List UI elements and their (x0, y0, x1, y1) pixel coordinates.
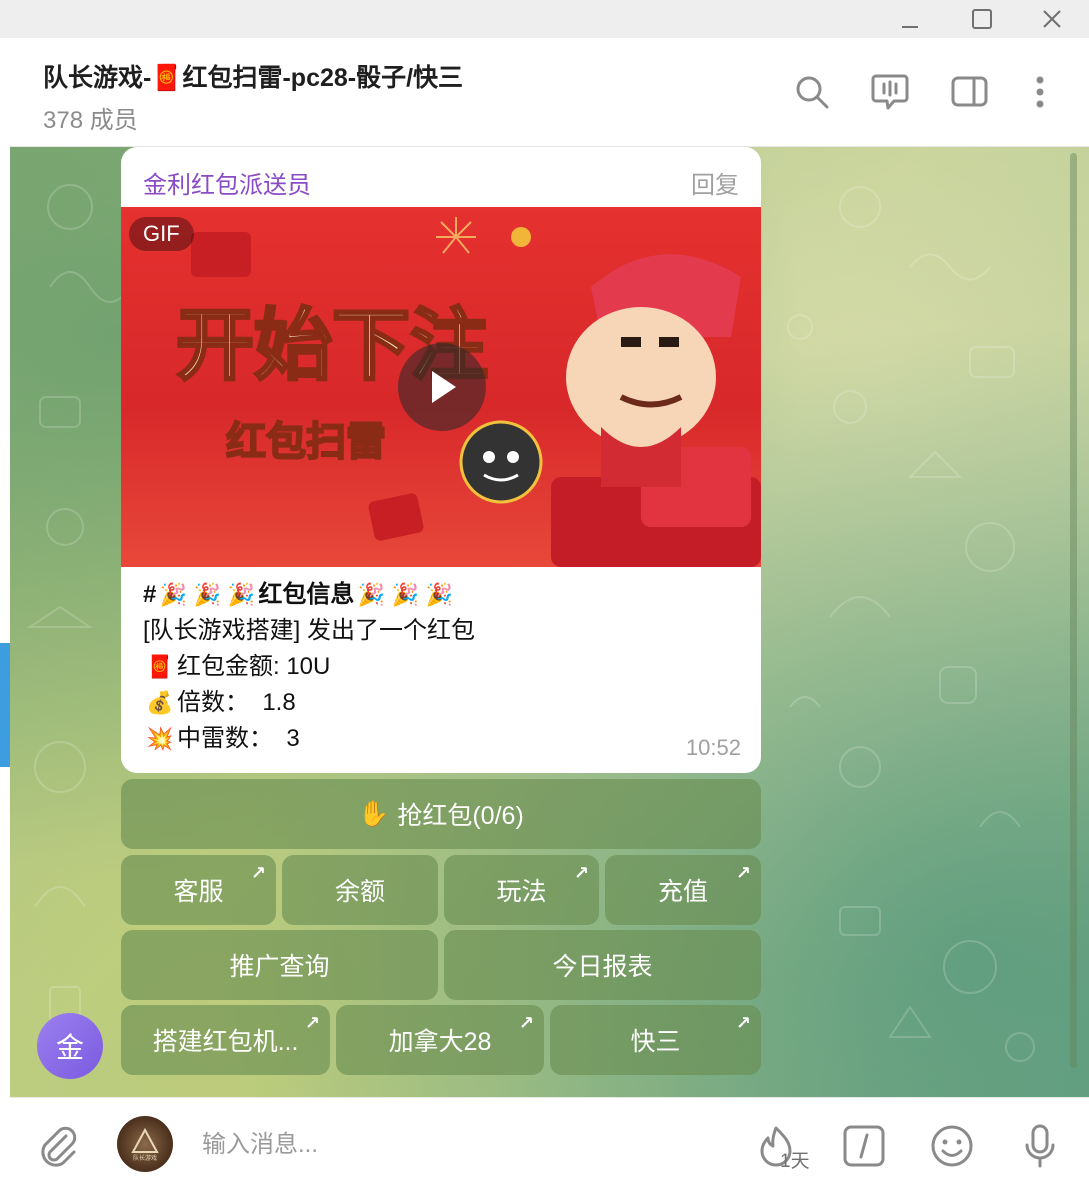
daily-report-label: 今日报表 (552, 953, 653, 981)
party-popper-icon: 🎉 (425, 582, 454, 607)
timer-label: 1天 (780, 1151, 810, 1172)
more-icon[interactable] (1020, 72, 1060, 112)
external-link-icon: ↗ (250, 863, 266, 883)
message-input[interactable] (200, 1122, 724, 1168)
party-popper-icon: 🎉 (391, 582, 420, 607)
kuaisan-label: 快三 (630, 1028, 681, 1056)
close-icon[interactable] (1022, 0, 1082, 38)
grab-red-packet-button[interactable]: ✋ 抢红包(0/6) (121, 779, 761, 849)
red-envelope-icon: 🧧 (151, 64, 183, 92)
chat-title[interactable]: 队长游戏-🧧红包扫雷-pc28-骰子/快三 (43, 58, 463, 94)
gif-media[interactable]: 开始下注 红包扫雷 GIF (121, 207, 761, 567)
multiplier-text: 倍数： 1.8 (177, 689, 296, 716)
sidebar-toggle-icon[interactable] (950, 72, 990, 112)
sent-by-line: [队长游戏搭建] 发出了一个红包 (143, 617, 476, 644)
rules-label: 玩法 (496, 878, 547, 906)
red-envelope-icon: 🧧 (146, 654, 174, 679)
maximize-icon[interactable] (952, 0, 1012, 38)
livestream-icon[interactable] (870, 72, 910, 112)
party-popper-icon: 🎉 (193, 582, 222, 607)
balance-label: 余额 (334, 878, 385, 906)
party-popper-icon: 🎉 (357, 582, 386, 607)
left-edge (0, 38, 10, 1187)
raised-hand-icon: ✋ (358, 799, 390, 828)
recharge-button[interactable]: 充值 ↗ (605, 855, 761, 925)
canada28-button[interactable]: 加拿大28 ↗ (336, 1005, 544, 1075)
daily-report-button[interactable]: 今日报表 (444, 930, 761, 1000)
chat-title-prefix: 队长游戏- (43, 64, 152, 92)
message-text: # 🎉 🎉 🎉 红包信息 🎉 🎉 🎉 [队长游戏搭建] 发出了一个红包 🧧 红包… (143, 577, 743, 757)
message-title: 红包信息 (258, 581, 355, 608)
command-icon[interactable] (840, 1122, 888, 1170)
party-popper-icon: 🎉 (227, 582, 256, 607)
hash-mark: # (143, 581, 157, 608)
window-titlebar (0, 0, 1089, 38)
external-link-icon: ↗ (573, 863, 589, 883)
collision-icon: 💥 (146, 726, 174, 751)
gif-badge: GIF (129, 217, 194, 251)
rules-button[interactable]: 玩法 ↗ (444, 855, 599, 925)
mines-line: 💥 中雷数： 3 (143, 721, 743, 757)
referral-query-label: 推广查询 (229, 953, 330, 981)
external-link-icon: ↗ (304, 1013, 320, 1033)
minimize-icon[interactable] (880, 0, 940, 38)
message-bubble[interactable]: 金利红包派送员 回复 开始下注 红包扫雷 GIF # 🎉 🎉 🎉 红包信息 🎉 … (121, 147, 761, 773)
balance-button[interactable]: 余额 (282, 855, 438, 925)
party-popper-icon: 🎉 (159, 582, 188, 607)
chat-title-suffix: 红包扫雷-pc28-骰子/快三 (182, 64, 464, 92)
emoji-icon[interactable] (928, 1122, 976, 1170)
gif-subheadline: 红包扫雷 (226, 419, 386, 465)
bot-avatar-text: 队长游戏 (133, 1154, 157, 1162)
external-link-icon: ↗ (518, 1013, 534, 1033)
reply-button[interactable]: 回复 (691, 165, 739, 200)
recharge-label: 充值 (657, 878, 708, 906)
multiplier-line: 💰 倍数： 1.8 (143, 685, 743, 721)
referral-query-button[interactable]: 推广查询 (121, 930, 438, 1000)
external-link-icon: ↗ (735, 1013, 751, 1033)
canada28-label: 加拿大28 (388, 1028, 492, 1056)
amount-text: 红包金额: 10U (177, 653, 331, 680)
money-bag-icon: 💰 (146, 690, 174, 715)
chat-area[interactable]: 金利红包派送员 回复 开始下注 红包扫雷 GIF # 🎉 🎉 🎉 红包信息 🎉 … (10, 147, 1089, 1097)
sender-name[interactable]: 金利红包派送员 (143, 165, 311, 200)
message-composer: 队长游戏 1天 (10, 1097, 1089, 1187)
message-time: 10:52 (685, 735, 741, 760)
message-title-line: # 🎉 🎉 🎉 红包信息 🎉 🎉 🎉 (143, 577, 743, 613)
left-accent-bar (0, 643, 10, 767)
scrollbar[interactable] (1070, 153, 1077, 1068)
build-bot-label: 搭建红包机... (152, 1028, 299, 1056)
bot-avatar[interactable]: 队长游戏 (117, 1116, 173, 1172)
member-count: 378 成员 (43, 107, 138, 134)
attach-icon[interactable] (34, 1122, 82, 1170)
search-icon[interactable] (792, 72, 832, 112)
customer-service-label: 客服 (173, 878, 224, 906)
grab-red-packet-label: 抢红包(0/6) (397, 802, 524, 830)
chat-header: 队长游戏-🧧红包扫雷-pc28-骰子/快三 378 成员 (10, 38, 1089, 147)
external-link-icon: ↗ (735, 863, 751, 883)
sender-avatar[interactable]: 金 (37, 1013, 103, 1079)
kuaisan-button[interactable]: 快三 ↗ (550, 1005, 761, 1075)
amount-line: 🧧 红包金额: 10U (143, 649, 743, 685)
microphone-icon[interactable] (1016, 1122, 1064, 1170)
mines-text: 中雷数： 3 (177, 725, 300, 752)
customer-service-button[interactable]: 客服 ↗ (121, 855, 276, 925)
build-bot-button[interactable]: 搭建红包机... ↗ (121, 1005, 330, 1075)
play-icon[interactable] (398, 343, 486, 431)
